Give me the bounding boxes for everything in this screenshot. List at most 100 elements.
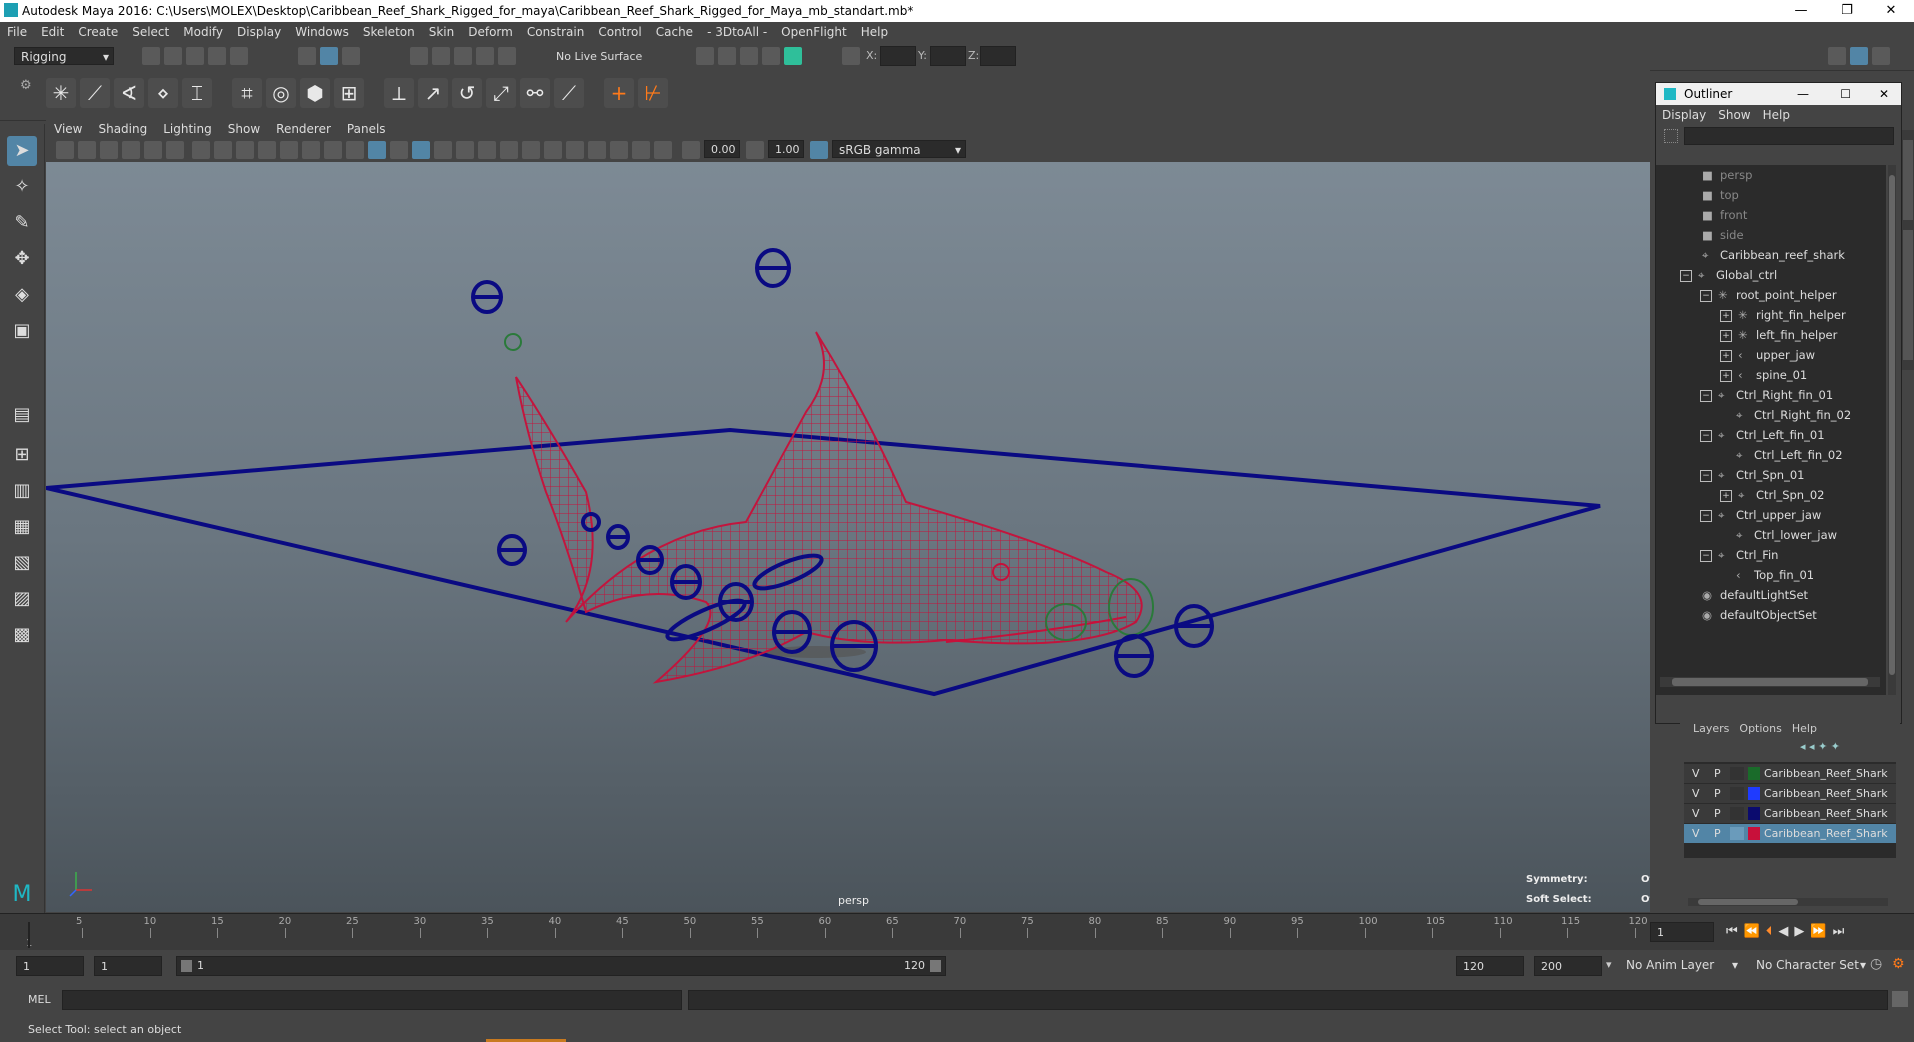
collapse-icon[interactable]: − (1680, 269, 1692, 282)
move-tool-icon[interactable]: ✥ (7, 244, 37, 274)
outliner-item[interactable]: ⌖ Ctrl_Right_fin_02 (1736, 405, 1851, 425)
perspective-viewport[interactable]: persp Symmetry: Off Soft Select: Off (46, 162, 1650, 912)
mel-label[interactable]: MEL (28, 993, 51, 1006)
collapse-icon[interactable]: − (1700, 469, 1712, 482)
collapse-icon[interactable]: − (1700, 429, 1712, 442)
menu-constrain[interactable]: Constrain (520, 22, 592, 42)
outliner-menu-display[interactable]: Display (1656, 105, 1712, 125)
menu-control[interactable]: Control (591, 22, 648, 42)
move-layer-up-icon[interactable]: ◂ (1800, 740, 1806, 753)
grid-icon[interactable] (192, 141, 210, 159)
orient-constraint-icon[interactable]: ↺ (452, 78, 482, 108)
outliner-item[interactable]: − ✳ root_point_helper (1700, 285, 1837, 305)
visibility-toggle[interactable]: V (1692, 804, 1700, 823)
expand-icon[interactable]: + (1720, 369, 1732, 382)
outliner-item[interactable]: + ‹ spine_01 (1720, 365, 1807, 385)
attribute-editor-toggle-icon[interactable] (1872, 47, 1890, 65)
color-space-dropdown[interactable]: sRGB gamma ▾ (832, 140, 966, 158)
outliner-item[interactable]: − ⌖ Ctrl_Spn_01 (1700, 465, 1804, 485)
visibility-toggle[interactable]: V (1692, 784, 1700, 803)
menu-openflight[interactable]: OpenFlight (774, 22, 854, 42)
filter-icon[interactable] (1664, 129, 1678, 143)
menu-3dtoall[interactable]: - 3DtoAll - (700, 22, 774, 42)
outliner-item[interactable]: − ⌖ Ctrl_Fin (1700, 545, 1778, 565)
persp-graph-layout-icon[interactable]: ▦ (7, 512, 37, 542)
snap-point-icon[interactable] (454, 47, 472, 65)
menu-windows[interactable]: Windows (288, 22, 356, 42)
exposure-field[interactable]: 0.00 (704, 140, 740, 158)
play-forwards-icon[interactable]: ▶ (1794, 924, 1810, 939)
depth-of-field-icon[interactable] (566, 141, 584, 159)
snap-grid-icon[interactable] (410, 47, 428, 65)
expand-icon[interactable]: + (1720, 489, 1732, 502)
layer-row[interactable]: V P Caribbean_Reef_Shark (1684, 764, 1896, 783)
anti-aliasing-icon[interactable] (544, 141, 562, 159)
viewport-menu-renderer[interactable]: Renderer (268, 120, 339, 138)
outliner-menu-help[interactable]: Help (1757, 105, 1796, 125)
outliner-search-input[interactable] (1684, 127, 1894, 145)
outliner-item[interactable]: ◉ defaultObjectSet (1702, 605, 1817, 625)
character-set-dropdown[interactable]: No Character Set ▾ (1750, 956, 1870, 976)
select-hierarchy-icon[interactable] (298, 47, 316, 65)
insert-joint-icon[interactable]: ⟋ (80, 78, 110, 108)
xray-joints-icon[interactable] (632, 141, 650, 159)
outliner-item[interactable]: ■ front (1702, 205, 1747, 225)
ik-handle-icon[interactable]: ⌶ (182, 78, 212, 108)
viewport-menu-lighting[interactable]: Lighting (155, 120, 220, 138)
outliner-item[interactable]: ■ persp (1702, 165, 1752, 185)
orient-joint-icon[interactable]: ⋄ (148, 78, 178, 108)
maya-home-icon[interactable]: M (7, 880, 37, 910)
motion-blur-icon[interactable] (522, 141, 540, 159)
hypershade-icon[interactable] (762, 47, 780, 65)
field-chart-icon[interactable] (280, 141, 298, 159)
safe-title-icon[interactable] (324, 141, 342, 159)
animation-preferences-icon[interactable]: ⚙ (1892, 956, 1905, 972)
snap-live-icon[interactable] (498, 47, 516, 65)
display-type-toggle[interactable] (1730, 767, 1744, 780)
undo-icon[interactable] (208, 47, 226, 65)
select-camera-icon[interactable] (56, 141, 74, 159)
default-material-icon[interactable] (390, 141, 408, 159)
visibility-toggle[interactable]: V (1692, 764, 1700, 783)
lasso-tool-icon[interactable]: ✧ (7, 172, 37, 202)
new-layer-selected-icon[interactable]: ✦ (1818, 740, 1827, 753)
attribute-editor-tab[interactable] (1903, 140, 1913, 220)
hypershade-layout-icon[interactable]: ▧ (7, 548, 37, 578)
outliner-item[interactable]: ⌖ Ctrl_Left_fin_02 (1736, 445, 1843, 465)
cluster-tool-icon[interactable]: ⊬ (638, 78, 668, 108)
gamma-icon[interactable] (746, 141, 764, 159)
layer-color-swatch[interactable] (1748, 807, 1760, 820)
persp-outliner-layout-icon[interactable]: ▥ (7, 476, 37, 506)
layers-menu-layers[interactable]: Layers (1688, 720, 1734, 738)
outliner-item[interactable]: − ⌖ Global_ctrl (1680, 265, 1777, 285)
resolution-gate-icon[interactable] (236, 141, 254, 159)
outliner-hscrollbar[interactable] (1660, 677, 1880, 687)
exposure-icon[interactable] (682, 141, 700, 159)
lattice-icon[interactable]: ⊞ (334, 78, 364, 108)
scale-tool-icon[interactable]: ▣ (7, 316, 37, 346)
channel-box-layer-editor-tab[interactable] (1903, 230, 1913, 360)
outliner-item[interactable]: + ⌖ Ctrl_Spn_02 (1720, 485, 1824, 505)
locator-tool-icon[interactable]: + (604, 78, 634, 108)
outliner-item[interactable]: + ✳ left_fin_helper (1720, 325, 1837, 345)
move-layer-down-icon[interactable]: ◂ (1809, 740, 1815, 753)
scale-constraint-icon[interactable]: ⤢ (486, 78, 516, 108)
wireframe-icon[interactable] (346, 141, 364, 159)
color-management-icon[interactable] (810, 141, 828, 159)
outliner-item[interactable]: + ✳ right_fin_helper (1720, 305, 1846, 325)
outliner-close-button[interactable]: ✕ (1879, 83, 1889, 105)
step-back-frame-icon[interactable]: ⏴ (1766, 924, 1779, 939)
step-forward-key-icon[interactable]: ⏩ (1810, 924, 1832, 939)
y-field[interactable] (930, 46, 966, 66)
new-layer-icon[interactable]: ✦ (1831, 740, 1840, 753)
outliner-item[interactable]: ■ side (1702, 225, 1744, 245)
mirror-joint-icon[interactable]: ∢ (114, 78, 144, 108)
paint-weights-icon[interactable]: ⬢ (300, 78, 330, 108)
bookmark-icon[interactable] (100, 141, 118, 159)
layers-menu-help[interactable]: Help (1787, 720, 1822, 738)
outliner-menu-show[interactable]: Show (1712, 105, 1756, 125)
layer-row-selected[interactable]: V P Caribbean_Reef_Shark (1684, 824, 1896, 843)
outliner-vscroll-thumb[interactable] (1889, 175, 1895, 675)
outliner-layout-icon[interactable]: ▩ (7, 620, 37, 650)
select-component-icon[interactable] (342, 47, 360, 65)
